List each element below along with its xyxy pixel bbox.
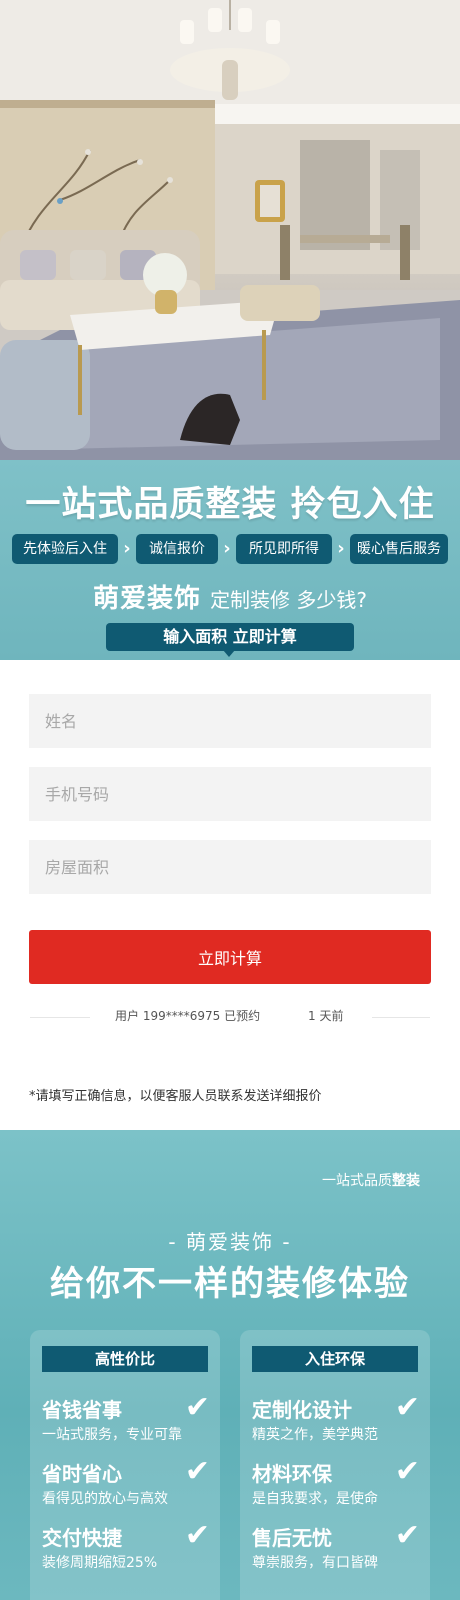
card-heading: 高性价比 [42, 1346, 208, 1372]
item-desc: 看得见的放心与高效 [42, 1491, 168, 1507]
brand-subtitle: 定制装修 多少钱? [210, 588, 368, 612]
checkmark-icon: ✔ [394, 1390, 420, 1425]
item-desc: 是自我要求，是使命 [252, 1491, 378, 1507]
divider [30, 1017, 90, 1018]
feature-row: 先体验后入住 › 诚信报价 › 所见即所得 › 暖心售后服务 [12, 534, 448, 564]
item-desc: 尊崇服务，有口皆碑 [252, 1555, 378, 1571]
chevron-right-icon: › [123, 538, 131, 559]
phone-field[interactable] [29, 767, 431, 821]
card-item: 定制化设计 ✔ 精英之作，美学典范 [252, 1390, 430, 1450]
eco-card: 入住环保 定制化设计 ✔ 精英之作，美学典范 材料环保 ✔ 是自我要求，是使命 … [240, 1330, 430, 1600]
name-field[interactable] [29, 694, 431, 748]
item-title: 交付快捷 [42, 1526, 122, 1550]
divider [372, 1017, 430, 1018]
card-item: 省钱省事 ✔ 一站式服务，专业可靠 [42, 1390, 220, 1450]
item-desc: 精英之作，美学典范 [252, 1427, 378, 1443]
feature-pill-quote: 诚信报价 [136, 534, 218, 564]
hero-photo [0, 0, 460, 460]
experience-section: 一站式品质整装 - 萌爱装饰 - 给你不一样的装修体验 高性价比 省钱省事 ✔ … [0, 1130, 460, 1600]
brand-name: 萌爱装饰 [92, 584, 201, 614]
checkmark-icon: ✔ [394, 1518, 420, 1553]
form-notice: *请填写正确信息，以便客服人员联系发送详细报价 [29, 1089, 322, 1104]
booking-text: 用户 199****6975 已预约 [115, 1009, 261, 1023]
value-card: 高性价比 省钱省事 ✔ 一站式服务，专业可靠 省时省心 ✔ 看得见的放心与高效 … [30, 1330, 220, 1600]
card-item: 省时省心 ✔ 看得见的放心与高效 [42, 1454, 220, 1514]
feature-pill-wysiwyg: 所见即所得 [236, 534, 332, 564]
item-title: 定制化设计 [252, 1398, 352, 1422]
chevron-right-icon: › [337, 538, 345, 559]
item-title: 售后无忧 [252, 1526, 332, 1550]
card-heading: 入住环保 [252, 1346, 418, 1372]
booking-ticker: 用户 199****6975 已预约 1 天前 [0, 1007, 460, 1027]
card-item: 交付快捷 ✔ 装修周期缩短25% [42, 1518, 220, 1578]
card-item: 售后无忧 ✔ 尊崇服务，有口皆碑 [252, 1518, 430, 1578]
item-title: 材料环保 [252, 1462, 332, 1486]
tagline-prefix: 一站式品质 [322, 1173, 392, 1189]
item-title: 省钱省事 [42, 1398, 122, 1422]
feature-pill-aftersale: 暖心售后服务 [350, 534, 448, 564]
chevron-right-icon: › [223, 538, 231, 559]
cta-notch [223, 650, 235, 657]
section-title: 给你不一样的装修体验 [50, 1264, 410, 1304]
item-desc: 一站式服务，专业可靠 [42, 1427, 182, 1443]
checkmark-icon: ✔ [184, 1518, 210, 1553]
checkmark-icon: ✔ [184, 1390, 210, 1425]
promo-title: 一站式品质整装 拎包入住 [25, 485, 435, 525]
living-room-illustration [0, 0, 460, 460]
card-item: 材料环保 ✔ 是自我要求，是使命 [252, 1454, 430, 1514]
checkmark-icon: ✔ [184, 1454, 210, 1489]
checkmark-icon: ✔ [394, 1454, 420, 1489]
calculate-button[interactable]: 立即计算 [29, 930, 431, 984]
item-desc: 装修周期缩短25% [42, 1555, 158, 1571]
section-tagline: 一站式品质整装 [322, 1170, 420, 1190]
calculate-cta-tab: 输入面积 立即计算 [106, 623, 354, 651]
quote-form: 立即计算 用户 199****6975 已预约 1 天前 *请填写正确信息，以便… [0, 660, 460, 1130]
area-field[interactable] [29, 840, 431, 894]
feature-pill-experience: 先体验后入住 [12, 534, 118, 564]
section-brand: - 萌爱装饰 - [168, 1230, 292, 1254]
booking-time: 1 天前 [308, 1009, 344, 1023]
brand-line: 萌爱装饰 定制装修 多少钱? [0, 578, 460, 615]
item-title: 省时省心 [42, 1462, 122, 1486]
tagline-bold: 整装 [392, 1173, 420, 1189]
promo-banner: 一站式品质整装 拎包入住 先体验后入住 › 诚信报价 › 所见即所得 › 暖心售… [0, 460, 460, 660]
